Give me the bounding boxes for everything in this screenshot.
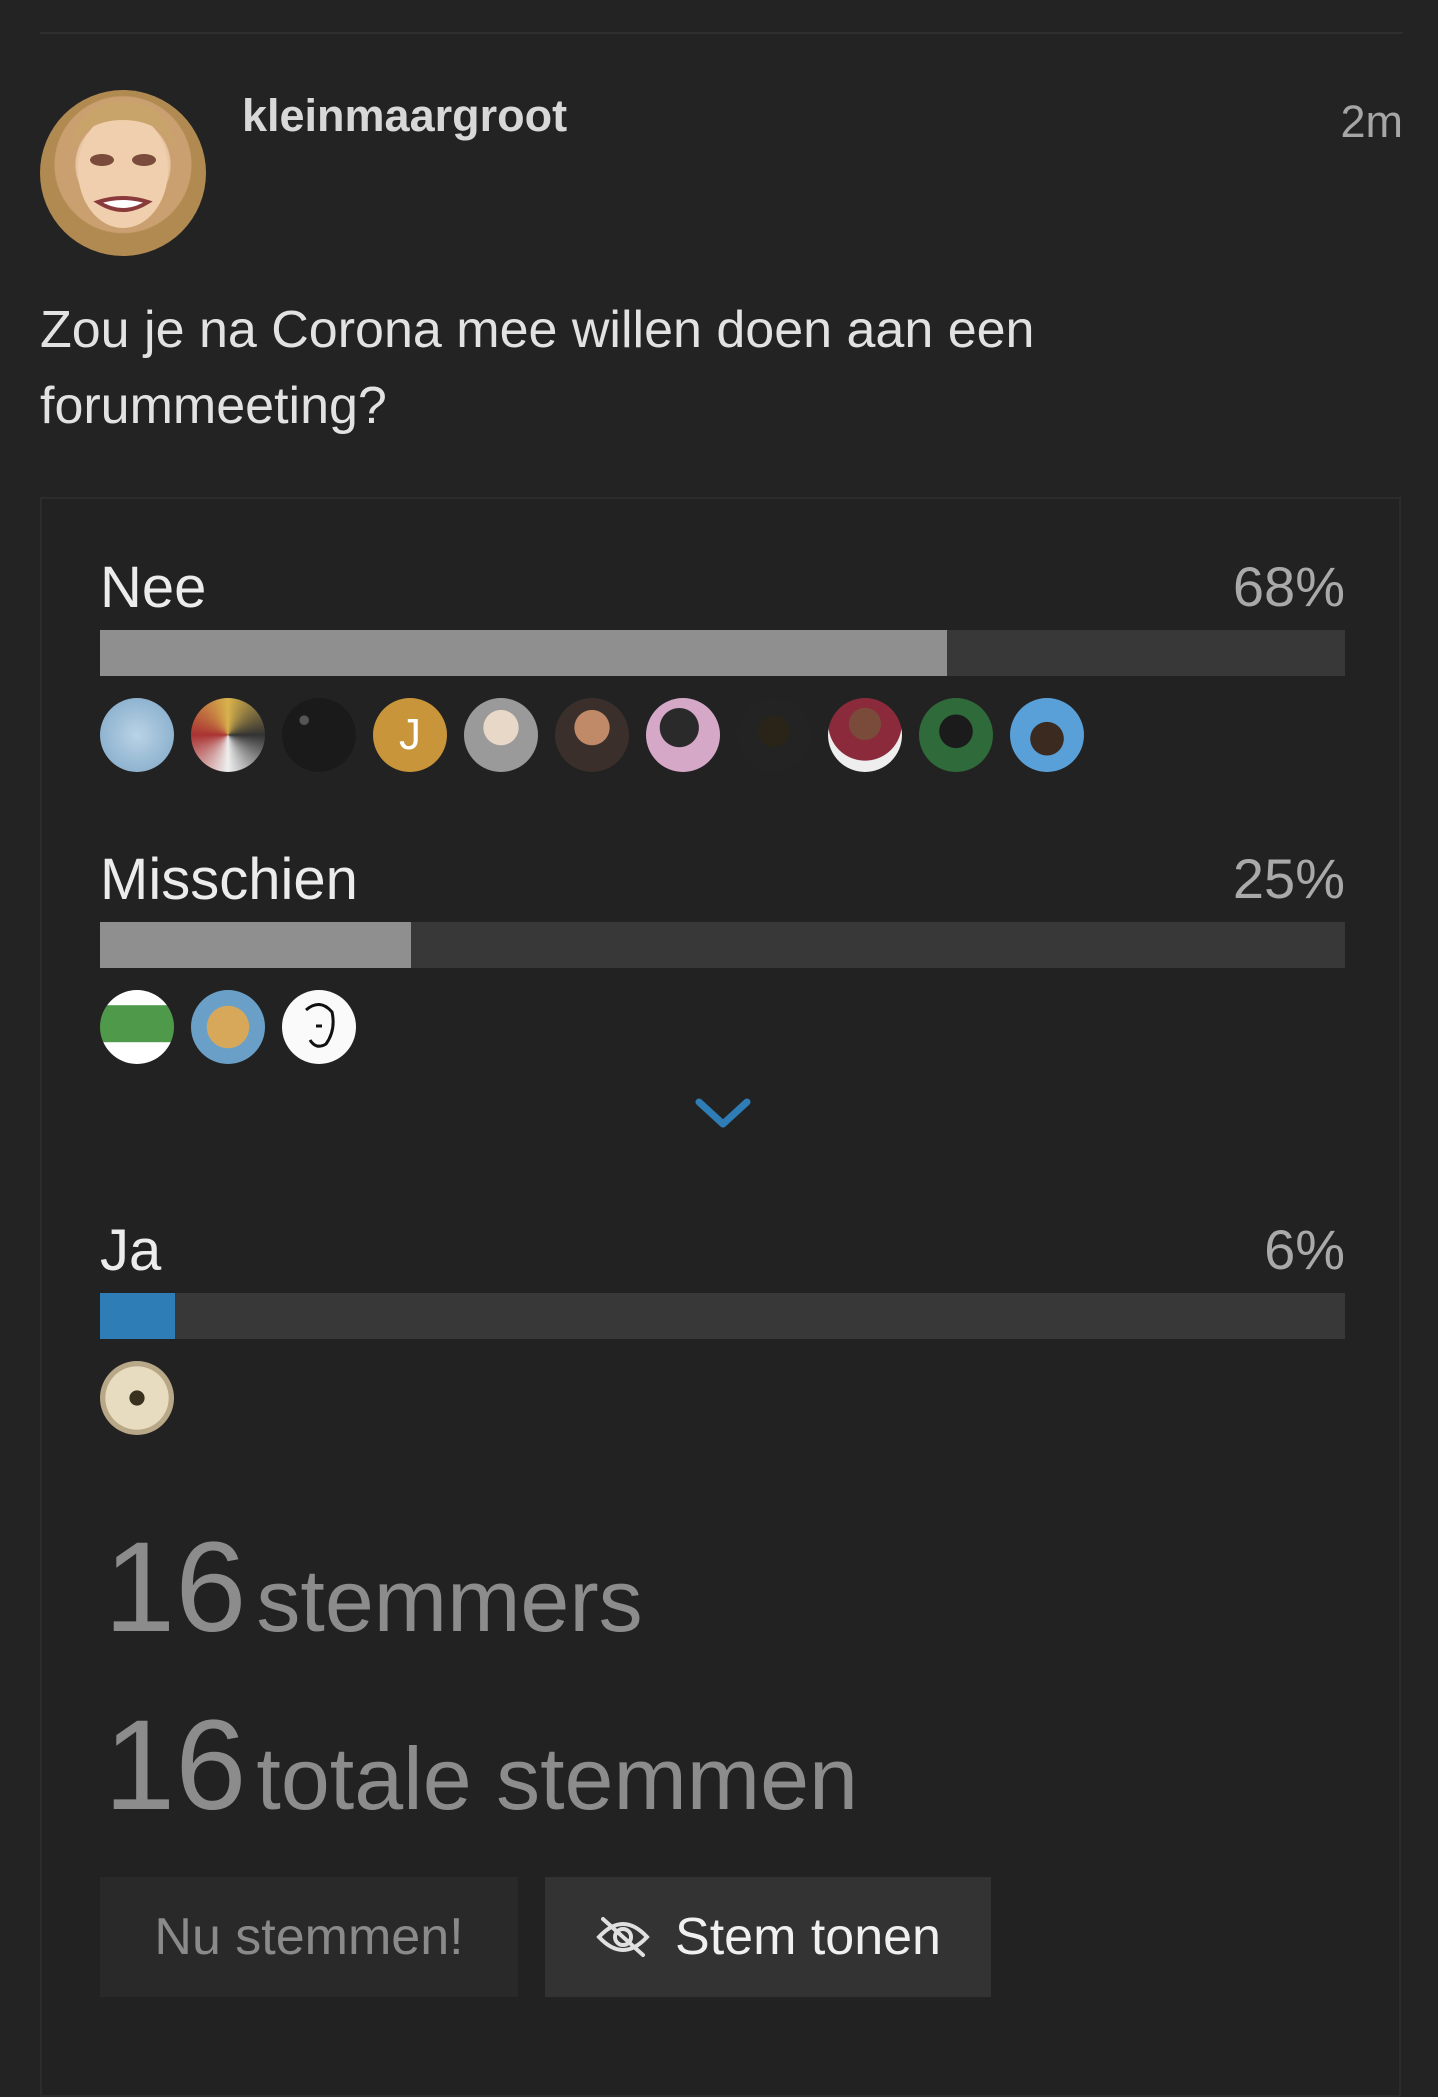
voter-avatar[interactable] — [555, 698, 629, 772]
poll-option-nee[interactable]: Nee 68% J — [100, 554, 1345, 784]
voter-avatar[interactable] — [191, 698, 265, 772]
option-label: Ja — [100, 1218, 162, 1283]
option-percent: 68% — [1232, 555, 1345, 618]
poll-option-misschien[interactable]: Misschien 25% — [100, 846, 1345, 1076]
voter-avatar[interactable] — [646, 698, 720, 772]
post-timestamp: 2m — [1340, 96, 1403, 147]
votes-stat: 16 totale stemmen — [104, 1692, 858, 1839]
option-percent: 25% — [1232, 847, 1345, 910]
voter-avatar[interactable] — [100, 1361, 174, 1435]
voter-avatar[interactable] — [828, 698, 902, 772]
voter-avatar[interactable] — [737, 698, 811, 772]
voter-avatar[interactable] — [191, 990, 265, 1064]
voter-avatar[interactable] — [100, 990, 174, 1064]
option-bar-fill — [100, 922, 412, 968]
vote-now-button[interactable]: Nu stemmen! — [100, 1877, 518, 1997]
voter-avatar[interactable]: J — [373, 698, 447, 772]
poll-question: Zou je na Corona mee willen doen aan een… — [40, 301, 1035, 435]
chevron-down-icon — [695, 1098, 751, 1128]
votes-count: 16 — [104, 1694, 247, 1837]
voter-avatar[interactable] — [282, 698, 356, 772]
option-label: Nee — [100, 555, 207, 620]
expand-voters-button[interactable] — [693, 1094, 753, 1134]
option-bar-track — [100, 630, 1345, 676]
option-label: Misschien — [100, 847, 358, 912]
voter-avatars — [100, 1361, 174, 1437]
voter-avatar[interactable] — [100, 698, 174, 772]
voter-avatar[interactable] — [919, 698, 993, 772]
voters-label: stemmers — [256, 1551, 643, 1650]
voter-avatar[interactable] — [464, 698, 538, 772]
author-avatar[interactable] — [40, 90, 206, 256]
post-header: kleinmaargroot 2m — [40, 90, 1403, 260]
author-username[interactable]: kleinmaargroot — [242, 90, 567, 142]
voter-avatars — [100, 990, 356, 1066]
option-bar-track — [100, 922, 1345, 968]
voter-avatars: J — [100, 698, 1084, 774]
votes-label: totale stemmen — [256, 1729, 858, 1828]
poll-container: Nee 68% J Misschien 25% Ja 6% 16 stemmer… — [40, 497, 1401, 2097]
option-bar-fill — [100, 1293, 175, 1339]
voters-stat: 16 stemmers — [104, 1514, 643, 1661]
voter-avatar[interactable] — [1010, 698, 1084, 772]
eye-off-icon — [596, 1917, 650, 1957]
top-divider — [40, 32, 1403, 34]
show-votes-button[interactable]: Stem tonen — [545, 1877, 991, 1997]
option-bar-track — [100, 1293, 1345, 1339]
vote-now-label: Nu stemmen! — [154, 1908, 464, 1966]
voters-count: 16 — [104, 1516, 247, 1659]
show-votes-label: Stem tonen — [675, 1908, 941, 1966]
option-percent: 6% — [1264, 1218, 1345, 1281]
option-bar-fill — [100, 630, 947, 676]
poll-option-ja[interactable]: Ja 6% — [100, 1217, 1345, 1447]
voter-avatar[interactable] — [282, 990, 356, 1064]
